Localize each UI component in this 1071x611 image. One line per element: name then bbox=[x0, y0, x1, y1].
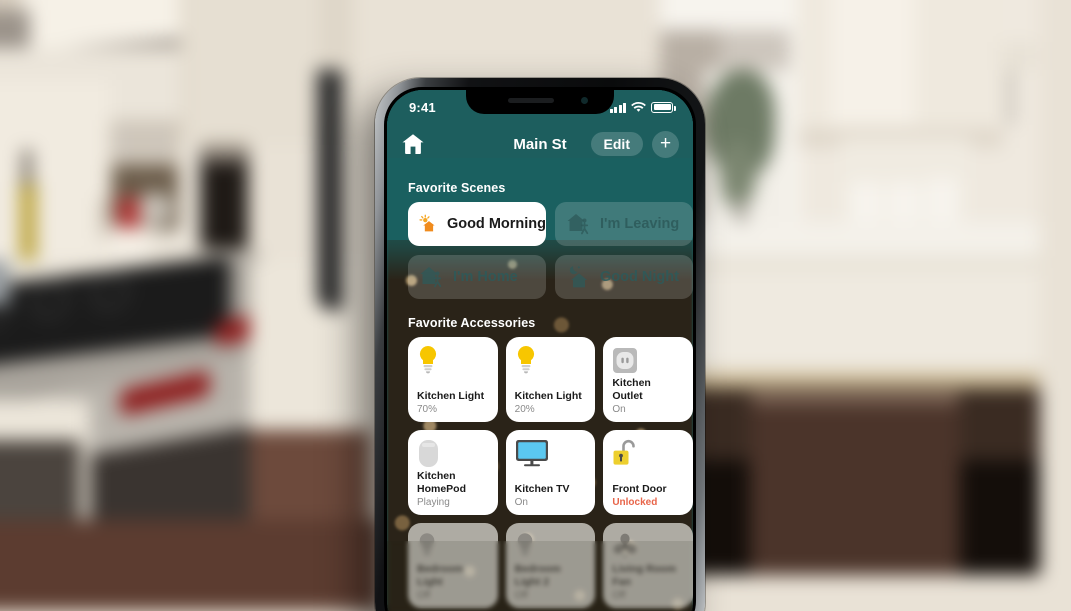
accessory-tile-kitchen-tv[interactable]: Kitchen TV On bbox=[505, 430, 596, 515]
screenshot-stage: 9:41 Main St Edit + Favorite Scenes Good… bbox=[0, 0, 1071, 611]
navigation-bar: Main St Edit + bbox=[387, 124, 693, 164]
accessory-tile-front-door[interactable]: Front Door Unlocked bbox=[603, 430, 693, 515]
plus-icon: + bbox=[659, 132, 672, 154]
power-outlet-icon bbox=[613, 347, 638, 373]
earpiece-speaker bbox=[508, 98, 554, 103]
lightbulb-on-icon bbox=[517, 345, 534, 374]
front-camera bbox=[581, 97, 588, 104]
accessory-state: Off bbox=[514, 590, 528, 601]
accessory-state: On bbox=[612, 404, 626, 415]
lightbulb-off-icon bbox=[517, 533, 532, 556]
unlocked-lock-icon bbox=[613, 439, 636, 465]
accessory-tile-kitchen-outlet[interactable]: Kitchen Outlet On bbox=[603, 337, 693, 422]
accessory-state: 70% bbox=[417, 404, 438, 415]
lightbulb-off-icon bbox=[419, 533, 435, 556]
accessory-state: Off bbox=[612, 590, 626, 601]
moon-house-icon bbox=[569, 266, 587, 288]
accessory-tile-kitchen-homepod[interactable]: Kitchen HomePod Playing bbox=[408, 430, 498, 515]
accessory-name: Living Room Fan bbox=[612, 563, 676, 588]
scene-label: I'm Home bbox=[453, 269, 518, 285]
accessory-state: Playing bbox=[417, 497, 450, 508]
television-icon bbox=[515, 440, 548, 467]
sunrise-house-icon bbox=[419, 214, 435, 232]
wifi-icon bbox=[631, 101, 646, 112]
lightbulb-on-icon bbox=[419, 345, 437, 374]
accessory-state: On bbox=[514, 497, 528, 508]
scene-card-im-home[interactable]: I'm Home bbox=[408, 255, 546, 299]
home-content: Favorite Scenes Good Morning I'm Leaving… bbox=[387, 164, 693, 611]
home-icon[interactable] bbox=[401, 133, 425, 155]
edit-button[interactable]: Edit bbox=[590, 132, 643, 156]
phone-bezel: 9:41 Main St Edit + Favorite Scenes Good… bbox=[384, 87, 696, 611]
scene-label: Good Night bbox=[600, 269, 679, 285]
scene-label: I'm Leaving bbox=[600, 216, 680, 232]
house-walking-icon bbox=[567, 214, 589, 235]
iphone-device: 9:41 Main St Edit + Favorite Scenes Good… bbox=[375, 78, 705, 611]
accessory-tile-living-room-fan[interactable]: Living Room Fan Off bbox=[603, 523, 693, 608]
accessory-name: Bedroom Light bbox=[417, 563, 464, 588]
accessory-state: Off bbox=[417, 590, 431, 601]
accessory-name: Bedroom Light 2 bbox=[514, 563, 561, 588]
accessory-state: Unlocked bbox=[612, 497, 658, 508]
status-bar-time: 9:41 bbox=[409, 99, 436, 115]
accessory-name: Kitchen Light bbox=[514, 389, 582, 402]
accessory-tile-kitchen-light-1[interactable]: Kitchen Light 70% bbox=[408, 337, 498, 422]
favorite-accessories-heading: Favorite Accessories bbox=[408, 316, 536, 330]
accessory-name: Kitchen Light bbox=[417, 389, 485, 402]
accessory-tile-bedroom-light[interactable]: Bedroom Light Off bbox=[408, 523, 498, 608]
accessory-name: Front Door bbox=[612, 482, 667, 495]
scene-card-good-morning[interactable]: Good Morning bbox=[408, 202, 546, 246]
accessory-name: Kitchen Outlet bbox=[612, 377, 651, 402]
fan-icon bbox=[613, 533, 637, 557]
favorite-accessories-grid: Kitchen Light 70% Kitchen Light 20% Kitc… bbox=[387, 337, 693, 608]
phone-screen: 9:41 Main St Edit + Favorite Scenes Good… bbox=[387, 90, 693, 611]
scene-card-good-night[interactable]: Good Night bbox=[555, 255, 693, 299]
homepod-icon bbox=[419, 439, 438, 467]
accessory-name: Kitchen HomePod bbox=[417, 470, 467, 495]
device-notch bbox=[466, 90, 614, 114]
scene-label: Good Morning bbox=[446, 216, 546, 232]
house-walking-icon bbox=[420, 267, 442, 288]
scene-card-im-leaving[interactable]: I'm Leaving bbox=[555, 202, 693, 246]
accessory-state: 20% bbox=[514, 404, 535, 415]
accessory-name: Kitchen TV bbox=[514, 482, 570, 495]
battery-icon bbox=[651, 101, 676, 113]
accessory-tile-bedroom-light-2[interactable]: Bedroom Light 2 Off bbox=[505, 523, 596, 608]
add-button[interactable]: + bbox=[652, 130, 679, 158]
favorite-scenes-grid: Good Morning I'm Leaving I'm Home Good N… bbox=[387, 202, 693, 299]
accessory-tile-kitchen-light-2[interactable]: Kitchen Light 20% bbox=[505, 337, 596, 422]
favorite-scenes-heading: Favorite Scenes bbox=[408, 181, 506, 195]
